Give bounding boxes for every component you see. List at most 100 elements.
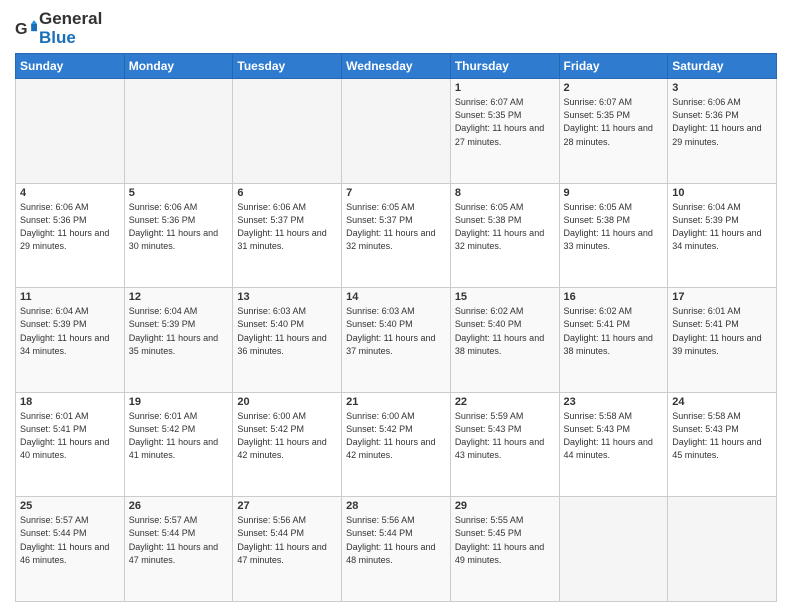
calendar-cell: 11Sunrise: 6:04 AMSunset: 5:39 PMDayligh… bbox=[16, 288, 125, 393]
calendar-cell: 29 Sunrise: 5:55 AMSunset: 5:45 PMDayligh… bbox=[450, 497, 559, 602]
calendar-cell: 25 Sunrise: 5:57 AMSunset: 5:44 PMDayligh… bbox=[16, 497, 125, 602]
calendar-cell: 5 Sunrise: 6:06 AMSunset: 5:36 PMDaylight… bbox=[124, 183, 233, 288]
weekday-header-saturday: Saturday bbox=[668, 54, 777, 79]
logo-text: General Blue bbox=[39, 10, 102, 47]
calendar-week-row: 25 Sunrise: 5:57 AMSunset: 5:44 PMDayligh… bbox=[16, 497, 777, 602]
day-number: 8 bbox=[455, 187, 555, 199]
calendar-week-row: 18 Sunrise: 6:01 AMSunset: 5:41 PMDayligh… bbox=[16, 392, 777, 497]
day-info: Sunrise: 6:00 AMSunset: 5:42 PMDaylight:… bbox=[237, 410, 337, 462]
day-number: 14 bbox=[346, 291, 446, 303]
logo-icon: G bbox=[15, 18, 37, 40]
calendar-cell: 15Sunrise: 6:02 AMSunset: 5:40 PMDayligh… bbox=[450, 288, 559, 393]
day-info: Sunrise: 6:06 AMSunset: 5:36 PMDaylight:… bbox=[672, 96, 772, 148]
day-number: 22 bbox=[455, 396, 555, 408]
calendar-cell: 18 Sunrise: 6:01 AMSunset: 5:41 PMDayligh… bbox=[16, 392, 125, 497]
header: G General Blue bbox=[15, 10, 777, 47]
weekday-header-friday: Friday bbox=[559, 54, 668, 79]
weekday-header-wednesday: Wednesday bbox=[342, 54, 451, 79]
day-info: Sunrise: 5:55 AMSunset: 5:45 PMDaylight:… bbox=[455, 514, 555, 566]
weekday-header-tuesday: Tuesday bbox=[233, 54, 342, 79]
calendar-cell: 3 Sunrise: 6:06 AMSunset: 5:36 PMDaylight… bbox=[668, 79, 777, 184]
calendar-cell: 1Sunrise: 6:07 AMSunset: 5:35 PMDaylight… bbox=[450, 79, 559, 184]
day-number: 7 bbox=[346, 187, 446, 199]
calendar-cell bbox=[16, 79, 125, 184]
calendar-cell: 28 Sunrise: 5:56 AMSunset: 5:44 PMDayligh… bbox=[342, 497, 451, 602]
day-info: Sunrise: 5:56 AMSunset: 5:44 PMDaylight:… bbox=[237, 514, 337, 566]
calendar-cell: 17Sunrise: 6:01 AMSunset: 5:41 PMDayligh… bbox=[668, 288, 777, 393]
day-info: Sunrise: 6:00 AMSunset: 5:42 PMDaylight:… bbox=[346, 410, 446, 462]
calendar-week-row: 4 Sunrise: 6:06 AMSunset: 5:36 PMDaylight… bbox=[16, 183, 777, 288]
day-number: 28 bbox=[346, 500, 446, 512]
calendar-cell: 9 Sunrise: 6:05 AMSunset: 5:38 PMDaylight… bbox=[559, 183, 668, 288]
calendar-cell: 24 Sunrise: 5:58 AMSunset: 5:43 PMDayligh… bbox=[668, 392, 777, 497]
calendar-cell: 14 Sunrise: 6:03 AMSunset: 5:40 PMDayligh… bbox=[342, 288, 451, 393]
day-info: Sunrise: 5:57 AMSunset: 5:44 PMDaylight:… bbox=[20, 514, 120, 566]
svg-text:G: G bbox=[15, 20, 28, 38]
day-number: 24 bbox=[672, 396, 772, 408]
calendar-cell: 23 Sunrise: 5:58 AMSunset: 5:43 PMDayligh… bbox=[559, 392, 668, 497]
calendar-week-row: 1Sunrise: 6:07 AMSunset: 5:35 PMDaylight… bbox=[16, 79, 777, 184]
calendar-table: SundayMondayTuesdayWednesdayThursdayFrid… bbox=[15, 53, 777, 602]
day-info: Sunrise: 6:02 AMSunset: 5:40 PMDaylight:… bbox=[455, 305, 555, 357]
weekday-header-monday: Monday bbox=[124, 54, 233, 79]
day-number: 6 bbox=[237, 187, 337, 199]
calendar-cell bbox=[342, 79, 451, 184]
weekday-header-row: SundayMondayTuesdayWednesdayThursdayFrid… bbox=[16, 54, 777, 79]
calendar-cell bbox=[559, 497, 668, 602]
calendar-cell: 16Sunrise: 6:02 AMSunset: 5:41 PMDayligh… bbox=[559, 288, 668, 393]
day-info: Sunrise: 5:58 AMSunset: 5:43 PMDaylight:… bbox=[672, 410, 772, 462]
day-info: Sunrise: 6:06 AMSunset: 5:36 PMDaylight:… bbox=[129, 201, 229, 253]
calendar-cell bbox=[124, 79, 233, 184]
day-info: Sunrise: 6:03 AMSunset: 5:40 PMDaylight:… bbox=[237, 305, 337, 357]
day-info: Sunrise: 6:03 AMSunset: 5:40 PMDaylight:… bbox=[346, 305, 446, 357]
day-info: Sunrise: 6:07 AMSunset: 5:35 PMDaylight:… bbox=[455, 96, 555, 148]
day-number: 13 bbox=[237, 291, 337, 303]
day-number: 19 bbox=[129, 396, 229, 408]
calendar-cell: 21 Sunrise: 6:00 AMSunset: 5:42 PMDayligh… bbox=[342, 392, 451, 497]
calendar-week-row: 11Sunrise: 6:04 AMSunset: 5:39 PMDayligh… bbox=[16, 288, 777, 393]
day-info: Sunrise: 6:04 AMSunset: 5:39 PMDaylight:… bbox=[20, 305, 120, 357]
calendar-cell bbox=[668, 497, 777, 602]
day-info: Sunrise: 6:01 AMSunset: 5:41 PMDaylight:… bbox=[672, 305, 772, 357]
day-info: Sunrise: 5:57 AMSunset: 5:44 PMDaylight:… bbox=[129, 514, 229, 566]
calendar-cell: 12 Sunrise: 6:04 AMSunset: 5:39 PMDayligh… bbox=[124, 288, 233, 393]
day-number: 4 bbox=[20, 187, 120, 199]
calendar-cell: 19Sunrise: 6:01 AMSunset: 5:42 PMDayligh… bbox=[124, 392, 233, 497]
day-info: Sunrise: 6:06 AMSunset: 5:37 PMDaylight:… bbox=[237, 201, 337, 253]
calendar-cell: 4 Sunrise: 6:06 AMSunset: 5:36 PMDaylight… bbox=[16, 183, 125, 288]
day-info: Sunrise: 6:01 AMSunset: 5:41 PMDaylight:… bbox=[20, 410, 120, 462]
day-number: 10 bbox=[672, 187, 772, 199]
calendar-cell: 26 Sunrise: 5:57 AMSunset: 5:44 PMDayligh… bbox=[124, 497, 233, 602]
day-number: 5 bbox=[129, 187, 229, 199]
day-number: 12 bbox=[129, 291, 229, 303]
day-number: 23 bbox=[564, 396, 664, 408]
day-number: 2 bbox=[564, 82, 664, 94]
day-info: Sunrise: 6:02 AMSunset: 5:41 PMDaylight:… bbox=[564, 305, 664, 357]
day-info: Sunrise: 6:05 AMSunset: 5:38 PMDaylight:… bbox=[564, 201, 664, 253]
day-number: 29 bbox=[455, 500, 555, 512]
calendar-cell: 6 Sunrise: 6:06 AMSunset: 5:37 PMDaylight… bbox=[233, 183, 342, 288]
day-info: Sunrise: 5:59 AMSunset: 5:43 PMDaylight:… bbox=[455, 410, 555, 462]
day-info: Sunrise: 6:07 AMSunset: 5:35 PMDaylight:… bbox=[564, 96, 664, 148]
day-info: Sunrise: 6:06 AMSunset: 5:36 PMDaylight:… bbox=[20, 201, 120, 253]
day-info: Sunrise: 6:04 AMSunset: 5:39 PMDaylight:… bbox=[672, 201, 772, 253]
day-number: 21 bbox=[346, 396, 446, 408]
day-number: 9 bbox=[564, 187, 664, 199]
calendar-cell: 2 Sunrise: 6:07 AMSunset: 5:35 PMDaylight… bbox=[559, 79, 668, 184]
calendar-cell: 13 Sunrise: 6:03 AMSunset: 5:40 PMDayligh… bbox=[233, 288, 342, 393]
calendar-cell: 22 Sunrise: 5:59 AMSunset: 5:43 PMDayligh… bbox=[450, 392, 559, 497]
calendar-cell: 7Sunrise: 6:05 AMSunset: 5:37 PMDaylight… bbox=[342, 183, 451, 288]
weekday-header-thursday: Thursday bbox=[450, 54, 559, 79]
calendar-cell: 8Sunrise: 6:05 AMSunset: 5:38 PMDaylight… bbox=[450, 183, 559, 288]
day-info: Sunrise: 5:56 AMSunset: 5:44 PMDaylight:… bbox=[346, 514, 446, 566]
day-info: Sunrise: 5:58 AMSunset: 5:43 PMDaylight:… bbox=[564, 410, 664, 462]
page: G General Blue SundayMondayTuesdayWednes… bbox=[0, 0, 792, 612]
calendar-cell: 20Sunrise: 6:00 AMSunset: 5:42 PMDayligh… bbox=[233, 392, 342, 497]
calendar-cell: 27Sunrise: 5:56 AMSunset: 5:44 PMDayligh… bbox=[233, 497, 342, 602]
day-number: 18 bbox=[20, 396, 120, 408]
day-number: 25 bbox=[20, 500, 120, 512]
weekday-header-sunday: Sunday bbox=[16, 54, 125, 79]
day-number: 26 bbox=[129, 500, 229, 512]
day-number: 3 bbox=[672, 82, 772, 94]
day-info: Sunrise: 6:04 AMSunset: 5:39 PMDaylight:… bbox=[129, 305, 229, 357]
